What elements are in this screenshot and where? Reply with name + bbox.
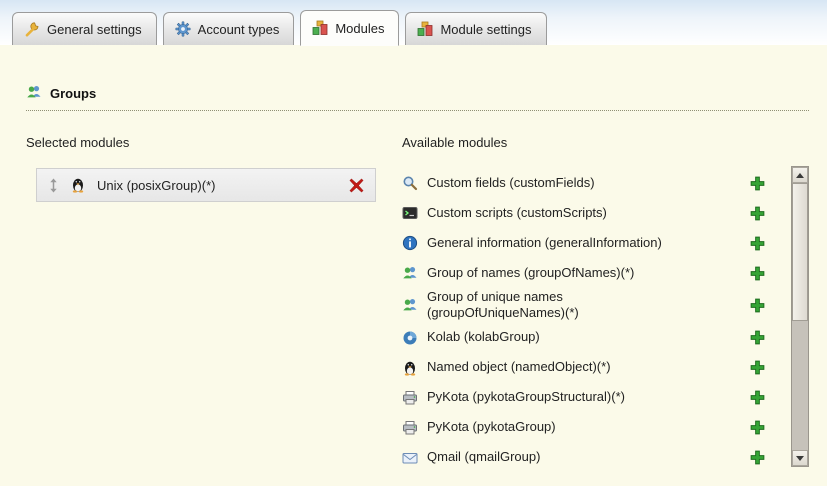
available-module-row: Custom fields (customFields) [402,168,765,198]
arrow-down-icon [796,456,804,461]
available-module-row: Custom scripts (customScripts) [402,198,765,228]
available-module-label: Named object (namedObject)(*) [427,359,699,375]
available-module-label: Custom fields (customFields) [427,175,699,191]
tab-label: Account types [198,22,280,37]
available-module-row: PyKota (pykotaGroupStructural)(*) [402,383,765,413]
page-title: Groups [50,86,96,101]
tab-general-settings[interactable]: General settings [12,12,157,45]
remove-module-button[interactable] [349,178,364,193]
kolab-icon [402,330,418,346]
group-icon [402,297,418,313]
mail-icon [402,450,418,466]
add-icon [750,390,765,405]
scrollbar[interactable] [791,166,809,467]
module-settings-icon [417,21,433,37]
add-icon [750,450,765,465]
available-module-label: PyKota (pykotaGroupStructural)(*) [427,389,699,405]
printer-icon [402,420,418,436]
available-module-row: Qmail (qmailGroup) [402,443,765,473]
add-module-button[interactable] [750,330,765,345]
add-icon [750,176,765,191]
tab-label: Modules [335,21,384,36]
selected-module-row: Unix (posixGroup)(*) [36,168,376,202]
tux-icon [402,360,418,376]
available-module-label: Qmail (qmailGroup) [427,449,699,465]
add-module-button[interactable] [750,236,765,251]
available-module-label: Kolab (kolabGroup) [427,329,699,345]
group-icon [26,84,42,103]
add-module-button[interactable] [750,266,765,281]
selected-modules-heading: Selected modules [26,135,402,150]
tab-account-types[interactable]: Account types [163,12,295,45]
add-icon [750,206,765,221]
add-icon [750,298,765,313]
add-icon [750,266,765,281]
magnifier-icon [402,175,418,191]
tab-modules[interactable]: Modules [300,10,399,46]
available-module-label: Group of unique names (groupOfUniqueName… [427,289,699,322]
add-module-button[interactable] [750,176,765,191]
scrollbar-thumb[interactable] [792,183,808,321]
available-module-row: PyKota (pykotaGroup) [402,413,765,443]
scroll-up-button[interactable] [792,167,808,183]
tools-icon [24,21,40,37]
printer-icon [402,390,418,406]
add-icon [750,420,765,435]
tab-label: General settings [47,22,142,37]
add-module-button[interactable] [750,298,765,313]
modules-icon [312,20,328,36]
available-module-row: General information (generalInformation) [402,228,765,258]
lam-configuration-page: General settings Account types [0,0,827,486]
tux-icon [70,177,86,193]
add-icon [750,330,765,345]
scrollbar-track[interactable] [792,183,808,450]
arrow-up-icon [796,173,804,178]
available-module-row: Group of unique names (groupOfUniqueName… [402,288,765,323]
terminal-icon [402,205,418,221]
add-module-button[interactable] [750,420,765,435]
available-module-row: Named object (namedObject)(*) [402,353,765,383]
modules-columns: Selected modules [26,135,809,473]
groups-section-title: Groups [26,84,809,111]
available-module-label: Group of names (groupOfNames)(*) [427,265,699,281]
selected-modules-column: Selected modules [26,135,402,473]
available-modules-column: Available modules Custom fields (customF… [402,135,809,473]
gear-icon [175,21,191,37]
add-icon [750,360,765,375]
add-module-button[interactable] [750,206,765,221]
available-module-label: Custom scripts (customScripts) [427,205,699,221]
selected-module-label: Unix (posixGroup)(*) [97,178,338,193]
sort-handle-icon[interactable] [48,178,59,193]
tab-module-settings[interactable]: Module settings [405,12,546,45]
available-module-row: Group of names (groupOfNames)(*) [402,258,765,288]
tab-bar: General settings Account types [0,0,827,45]
delete-icon [349,178,364,193]
add-module-button[interactable] [750,450,765,465]
tab-label: Module settings [440,22,531,37]
available-module-row: Kolab (kolabGroup) [402,323,765,353]
available-module-label: General information (generalInformation) [427,235,699,251]
add-module-button[interactable] [750,360,765,375]
add-icon [750,236,765,251]
available-modules-list: Custom fields (customFields) [402,168,765,473]
add-module-button[interactable] [750,390,765,405]
info-icon [402,235,418,251]
group-icon [402,265,418,281]
modules-tab-content: Groups Selected modules [0,43,827,486]
available-module-label: PyKota (pykotaGroup) [427,419,699,435]
scroll-down-button[interactable] [792,450,808,466]
available-modules-heading: Available modules [402,135,765,150]
